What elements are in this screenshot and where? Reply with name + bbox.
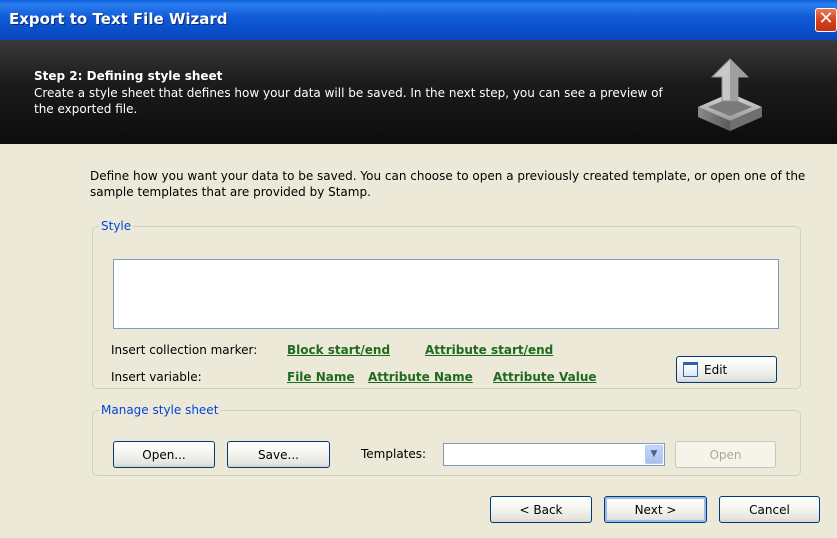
export-arrow-icon bbox=[698, 58, 762, 131]
step-title: Step 2: Defining style sheet bbox=[34, 69, 223, 83]
window-icon bbox=[683, 362, 698, 377]
back-button-label: < Back bbox=[519, 502, 563, 517]
templates-open-button-label: Open bbox=[709, 447, 742, 462]
link-file-name[interactable]: File Name bbox=[287, 370, 355, 384]
step-description: Create a style sheet that defines how yo… bbox=[34, 86, 663, 116]
cancel-button-label: Cancel bbox=[749, 502, 790, 517]
wizard-header: Step 2: Defining style sheet Create a st… bbox=[0, 40, 837, 144]
window-title: Export to Text File Wizard bbox=[9, 10, 228, 28]
save-style-button[interactable]: Save... bbox=[227, 441, 330, 468]
next-button[interactable]: Next > bbox=[604, 496, 707, 523]
style-legend: Style bbox=[101, 219, 132, 233]
style-group: Style Insert collection marker: Block st… bbox=[92, 219, 801, 389]
manage-style-sheet-group: Manage style sheet Open... Save... Templ… bbox=[92, 403, 801, 476]
close-button[interactable]: ✕ bbox=[815, 8, 837, 32]
cancel-button[interactable]: Cancel bbox=[719, 496, 820, 523]
title-bar: Export to Text File Wizard ✕ bbox=[0, 0, 837, 40]
link-attribute-start-end[interactable]: Attribute start/end bbox=[425, 343, 553, 357]
style-textarea[interactable] bbox=[113, 259, 779, 329]
manage-legend: Manage style sheet bbox=[101, 403, 219, 417]
link-block-start-end[interactable]: Block start/end bbox=[287, 343, 390, 357]
link-attribute-value[interactable]: Attribute Value bbox=[493, 370, 597, 384]
templates-select[interactable]: ▼ bbox=[443, 443, 665, 466]
link-attribute-name[interactable]: Attribute Name bbox=[368, 370, 473, 384]
save-style-button-label: Save... bbox=[258, 447, 299, 462]
chevron-down-icon[interactable]: ▼ bbox=[645, 445, 663, 464]
edit-button[interactable]: Edit bbox=[676, 356, 777, 383]
insert-variable-label: Insert variable: bbox=[111, 370, 202, 384]
edit-button-label: Edit bbox=[704, 362, 728, 377]
templates-label: Templates: bbox=[361, 447, 427, 461]
collection-marker-label: Insert collection marker: bbox=[111, 343, 258, 357]
close-icon: ✕ bbox=[818, 8, 834, 29]
next-button-label: Next > bbox=[634, 502, 677, 517]
open-style-button[interactable]: Open... bbox=[113, 441, 215, 468]
back-button[interactable]: < Back bbox=[490, 496, 592, 523]
intro-text: Define how you want your data to be save… bbox=[90, 169, 806, 199]
templates-open-button[interactable]: Open bbox=[675, 441, 776, 468]
open-style-button-label: Open... bbox=[142, 447, 186, 462]
